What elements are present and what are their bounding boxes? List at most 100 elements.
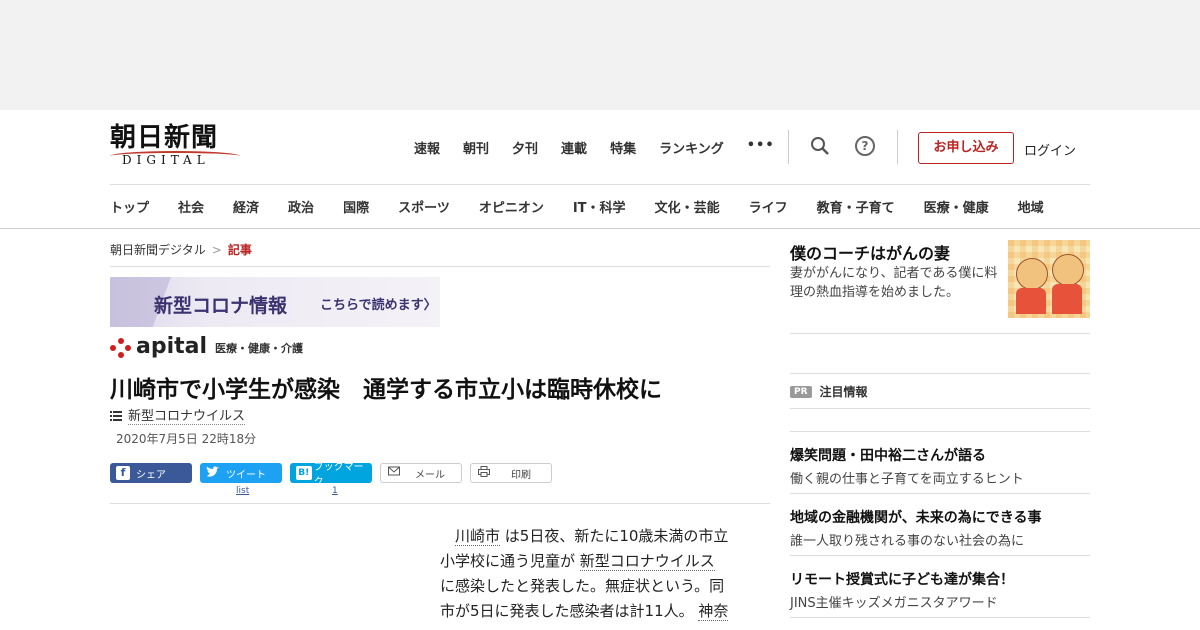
breadcrumb: 朝日新聞デジタル > 記事 [110,241,252,258]
divider [788,130,789,164]
article-tag[interactable]: 新型コロナウイルス [110,405,246,425]
illustration-face [1052,254,1084,286]
facebook-share-button[interactable]: f シェア [110,463,192,483]
body-link-kawasaki[interactable]: 川崎市 [455,527,501,546]
cat-education[interactable]: 教育・子育て [817,197,895,216]
banner-title: 新型コロナ情報 [154,295,288,317]
mail-share-button[interactable]: メール [380,463,462,483]
divider [790,617,1090,618]
cat-life[interactable]: ライフ [749,197,788,216]
hatena-count[interactable]: 1 [332,486,338,496]
apital-logo-icon [110,338,132,358]
more-icon[interactable]: ••• [747,138,775,157]
divider [110,266,770,267]
pr-title: 注目情報 [819,385,868,399]
cat-it-science[interactable]: IT・科学 [573,197,626,216]
body-link-corona[interactable]: 新型コロナウイルス [579,552,715,571]
article-title: 川崎市で小学生が感染 通学する市立小は臨時休校に [110,377,662,403]
facebook-share-label: シェア [136,469,166,481]
tag-link[interactable]: 新型コロナウイルス [128,405,246,425]
body-text: は5日夜、新たに10歳未満の市立 [500,527,729,545]
body-text: 市が5日に発表した感染者は計11人。 [440,602,699,620]
subscribe-button[interactable]: お申し込み [918,132,1014,164]
cat-opinion[interactable]: オピニオン [479,197,544,216]
pr-item-title[interactable]: 地域の金融機関が、未来の為にできる事 [790,507,1041,527]
divider [790,555,1090,556]
illustration-body [1016,288,1046,314]
breadcrumb-home[interactable]: 朝日新聞デジタル [110,243,206,257]
body-link-kanagawa[interactable]: 神奈 [698,602,729,621]
hatena-share-label: ブックマーク [313,462,364,488]
list-icon [110,410,122,421]
divider [790,373,1090,374]
ad-banner-area [0,0,1200,110]
print-icon [477,466,491,480]
pr-item-subtitle[interactable]: 誰一人取り残される事のない社会の為に [790,530,1024,549]
sidebar-promo-illustration[interactable] [1008,240,1090,318]
cat-sports[interactable]: スポーツ [398,197,450,216]
cat-international[interactable]: 国際 [343,197,369,216]
divider [897,130,898,164]
cat-society[interactable]: 社会 [178,197,204,216]
pr-item-subtitle[interactable]: 働く親の仕事と子育てを両立するヒント [790,468,1024,487]
sidebar-promo-title[interactable]: 僕のコーチはがんの妻 [790,240,950,264]
login-link[interactable]: ログイン [1024,140,1076,159]
cat-culture[interactable]: 文化・芸能 [655,197,720,216]
hatena-icon: B! [296,466,312,480]
mail-icon [387,466,401,480]
twitter-share-label: ツイート [226,469,266,481]
nav-series[interactable]: 連載 [561,138,587,157]
cat-economy[interactable]: 経済 [233,197,259,216]
cat-health[interactable]: 医療・健康 [924,197,989,216]
pr-item-subtitle[interactable]: JINS主催キッズメガニスタアワード [790,592,998,611]
help-icon[interactable]: ? [855,136,875,156]
body-line: 小学校に通う児童が 新型コロナウイルス [440,549,750,574]
divider [790,493,1090,494]
top-nav: 速報 朝刊 夕刊 連載 特集 ランキング ••• [414,138,798,157]
body-line: 川崎市 は5日夜、新たに10歳未満の市立 [440,524,750,549]
sidebar-promo-text[interactable]: 妻ががんになり、記者である僕に料理の熱血指導を始めました。 [790,264,1005,302]
body-line: 市が5日に発表した感染者は計11人。 神奈 [440,599,750,624]
category-nav: トップ 社会 経済 政治 国際 スポーツ オピニオン IT・科学 文化・芸能 ラ… [110,197,1044,216]
twitter-share-button[interactable]: ツイート [200,463,282,483]
divider [790,333,1090,334]
pr-item-title[interactable]: リモート授賞式に子ども達が集合！ [790,569,1014,589]
divider [110,503,770,504]
divider [790,408,1090,409]
body-text: 小学校に通う児童が [440,552,580,570]
search-icon[interactable] [810,136,830,156]
nav-ranking[interactable]: ランキング [659,138,724,157]
pr-section-heading: PR 注目情報 [790,383,868,400]
twitter-icon [206,466,220,480]
site-header: 朝日新聞 DIGITAL 速報 朝刊 夕刊 連載 特集 ランキング ••• ? … [0,110,1200,229]
article-date: 2020年7月5日 22時18分 [116,432,257,446]
apital-section-label[interactable]: apital 医療・健康・介護 [110,336,303,358]
illustration-face [1016,258,1048,290]
print-button[interactable]: 印刷 [470,463,552,483]
breadcrumb-current: 記事 [227,243,252,257]
pr-badge: PR [790,385,812,398]
hatena-bookmark-button[interactable]: B! ブックマーク [290,462,372,488]
site-logo[interactable]: 朝日新聞 DIGITAL [110,124,242,170]
divider [790,431,1090,432]
illustration-body [1052,284,1082,314]
apital-logo-text: apital [136,334,208,359]
cat-politics[interactable]: 政治 [288,197,314,216]
twitter-count[interactable]: list [236,486,249,496]
article-body: 川崎市 は5日夜、新たに10歳未満の市立 小学校に通う児童が 新型コロナウイルス… [440,524,750,624]
cat-region[interactable]: 地域 [1018,197,1044,216]
logo-swoosh [110,151,240,161]
logo-text: 朝日新聞 [110,123,219,153]
facebook-icon: f [116,466,130,480]
nav-morning[interactable]: 朝刊 [463,138,489,157]
nav-breaking[interactable]: 速報 [414,138,440,157]
pr-item-title[interactable]: 爆笑問題・田中裕二さんが語る [790,445,986,465]
nav-features[interactable]: 特集 [610,138,636,157]
breadcrumb-sep: > [211,243,222,257]
mail-share-label: メール [415,469,445,481]
cat-top[interactable]: トップ [110,197,149,216]
nav-evening[interactable]: 夕刊 [512,138,538,157]
body-line: に感染したと発表した。無症状という。同 [440,577,725,595]
corona-info-banner[interactable]: 新型コロナ情報 こちらで読めます〉 [110,277,440,327]
apital-category: 医療・健康・介護 [215,342,304,355]
